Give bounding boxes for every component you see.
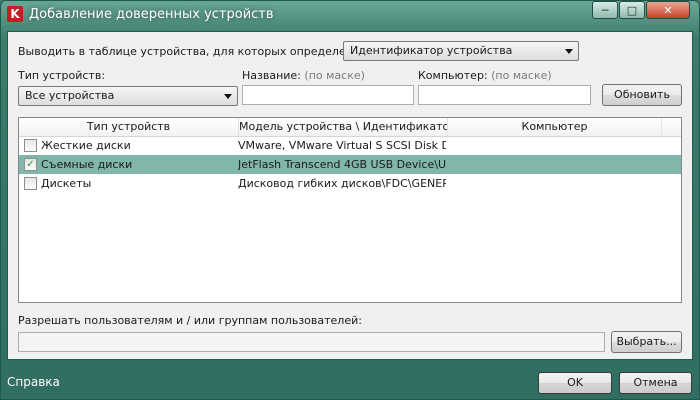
device-type-select[interactable]: Все устройства — [18, 86, 238, 106]
minimize-button[interactable]: ─ — [592, 1, 618, 19]
table-row-selected[interactable]: ✓ Съемные диски JetFlash Transcend 4GB U… — [19, 155, 681, 174]
table-row[interactable]: Жесткие диски VMware, VMware Virtual S S… — [19, 136, 681, 155]
device-type-cell: Съемные диски — [41, 158, 133, 171]
chevron-down-icon — [224, 94, 232, 99]
computer-cell — [452, 136, 662, 155]
computer-cell — [452, 155, 662, 174]
computer-label: Компьютер: (по маске) — [418, 69, 552, 82]
device-type-value: Все устройства — [25, 89, 115, 102]
show-in-table-value: Идентификатор устройства — [350, 44, 513, 57]
chevron-down-icon — [565, 49, 573, 54]
minimize-icon: ─ — [601, 3, 609, 17]
close-icon: ✕ — [663, 3, 673, 17]
window-title: Добавление доверенных устройств — [29, 7, 274, 22]
computer-label-text: Компьютер: — [418, 69, 488, 82]
users-groups-field[interactable] — [18, 332, 605, 352]
name-label-text: Название: — [242, 69, 301, 82]
computer-hint: (по маске) — [491, 69, 552, 82]
title-bar[interactable]: K Добавление доверенных устройств ─ □ ✕ — [0, 0, 700, 32]
maximize-button[interactable]: □ — [619, 1, 645, 19]
dialog-content: Выводить в таблице устройства, для котор… — [7, 31, 693, 360]
permissions-label: Разрешать пользователям и / или группам … — [18, 314, 362, 327]
device-type-label: Тип устройств: — [18, 69, 106, 82]
close-button[interactable]: ✕ — [646, 1, 690, 19]
device-model-cell: VMware, VMware Virtual S SCSI Disk Dev..… — [238, 139, 446, 152]
select-users-button[interactable]: Выбрать... — [611, 331, 682, 353]
table-header: Тип устройств Модель устройства \ Иденти… — [19, 118, 681, 137]
dialog-window: K Добавление доверенных устройств ─ □ ✕ … — [0, 0, 700, 400]
show-in-table-label: Выводить в таблице устройства, для котор… — [18, 45, 364, 58]
kaspersky-logo-icon: K — [7, 6, 23, 22]
name-input[interactable] — [242, 85, 414, 105]
device-model-cell: JetFlash Transcend 4GB USB Device\USB... — [238, 158, 446, 171]
devices-table[interactable]: Тип устройств Модель устройства \ Иденти… — [18, 117, 682, 303]
device-model-cell: Дисковод гибких дисков\FDC\GENERI... — [238, 177, 446, 190]
device-type-cell: Дискеты — [41, 177, 92, 190]
row-checkbox[interactable] — [24, 177, 37, 190]
show-in-table-select[interactable]: Идентификатор устройства — [343, 41, 579, 61]
dialog-footer: Справка OK Отмена — [0, 360, 700, 400]
ok-button[interactable]: OK — [538, 372, 612, 394]
maximize-icon: □ — [626, 3, 638, 17]
column-header-computer[interactable]: Компьютер — [448, 118, 662, 136]
name-label: Название: (по маске) — [242, 69, 365, 82]
device-type-cell: Жесткие диски — [41, 139, 131, 152]
name-hint: (по маске) — [304, 69, 365, 82]
table-row[interactable]: Дискеты Дисковод гибких дисков\FDC\GENER… — [19, 174, 681, 193]
computer-input[interactable] — [418, 85, 591, 105]
row-checkbox[interactable] — [24, 139, 37, 152]
help-link[interactable]: Справка — [7, 375, 60, 389]
row-checkbox-checked[interactable]: ✓ — [24, 158, 37, 171]
column-header-device-type[interactable]: Тип устройств — [19, 118, 239, 136]
refresh-button[interactable]: Обновить — [602, 84, 682, 106]
cancel-button[interactable]: Отмена — [619, 372, 692, 394]
computer-cell — [452, 174, 662, 193]
column-header-device-model[interactable]: Модель устройства \ Идентификатор... — [239, 118, 448, 136]
